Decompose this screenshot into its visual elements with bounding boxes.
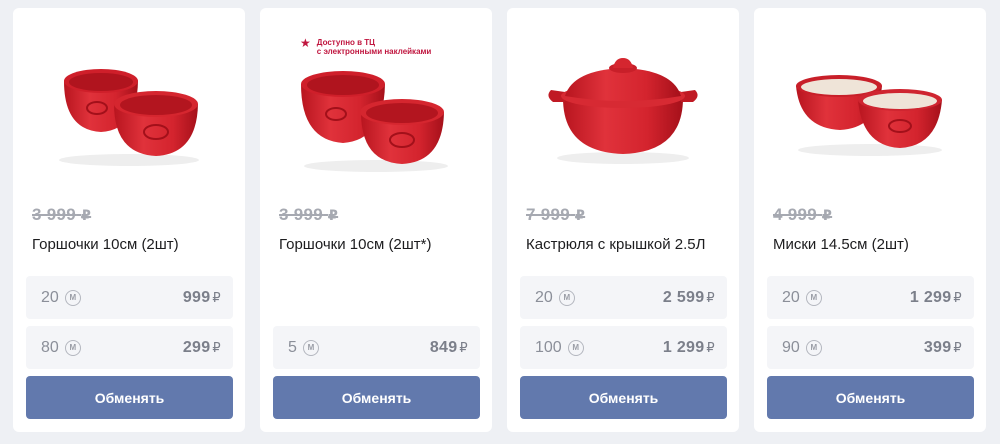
coin-icon: M (64, 339, 81, 356)
product-name: Кастрюля с крышкой 2.5Л (526, 236, 706, 253)
two-red-ramekins-image (301, 71, 448, 172)
price-option[interactable]: 100 M 1 299 ₽ (520, 326, 727, 369)
exchange-button[interactable]: Обменять (273, 376, 480, 419)
product-card[interactable]: 3 999 ₽ Горшочки 10см (2шт) 20 M 999 ₽ 80 M… (13, 8, 245, 432)
coin-icon: M (805, 289, 822, 306)
points-value: 100 (535, 338, 562, 356)
option-price: 1 299 ₽ (909, 288, 962, 306)
option-price: 299 ₽ (182, 338, 221, 356)
old-price: 4 999 ₽ (773, 205, 833, 224)
product-card[interactable]: 4 999 ₽ Миски 14.5см (2шт) 20 M 1 299 ₽ 90… (754, 8, 986, 432)
coin-icon: M (64, 289, 81, 306)
points-value: 20 (41, 288, 59, 306)
coin-icon: M (558, 289, 575, 306)
old-price: 3 999 ₽ (32, 205, 92, 224)
exchange-button[interactable]: Обменять (520, 376, 727, 419)
old-price: 7 999 ₽ (526, 205, 586, 224)
red-casserole-with-lid-image (548, 58, 698, 164)
old-price: 3 999 ₽ (279, 205, 339, 224)
price-option[interactable]: 20 M 999 ₽ (26, 276, 233, 319)
option-price: 399 ₽ (923, 338, 962, 356)
points-value: 90 (782, 338, 800, 356)
price-option[interactable]: 20 M 2 599 ₽ (520, 276, 727, 319)
product-card[interactable]: ★ Доступно в ТЦ с электронными наклейкам… (260, 8, 492, 432)
coin-icon: M (302, 339, 319, 356)
option-price: 2 599 ₽ (662, 288, 715, 306)
two-red-ramekins-image (59, 69, 199, 166)
exchange-button[interactable]: Обменять (767, 376, 974, 419)
option-price: 849 ₽ (429, 338, 468, 356)
coin-icon: M (805, 339, 822, 356)
price-option[interactable]: 20 M 1 299 ₽ (767, 276, 974, 319)
coin-icon: M (567, 339, 584, 356)
price-option[interactable]: 80 M 299 ₽ (26, 326, 233, 369)
product-name: Горшочки 10см (2шт*) (279, 236, 432, 253)
points-value: 80 (41, 338, 59, 356)
points-value: 5 (288, 338, 297, 356)
product-name: Миски 14.5см (2шт) (773, 236, 909, 253)
price-option[interactable]: 5M 849 ₽ (273, 326, 480, 369)
points-value: 20 (782, 288, 800, 306)
points-value: 20 (535, 288, 553, 306)
exchange-button[interactable]: Обменять (26, 376, 233, 419)
two-red-bowls-image (796, 75, 942, 156)
product-card[interactable]: 7 999 ₽ Кастрюля с крышкой 2.5Л 20 M 2 59… (507, 8, 739, 432)
product-name: Горшочки 10см (2шт) (32, 236, 179, 253)
price-option[interactable]: 90 M 399 ₽ (767, 326, 974, 369)
option-price: 1 299 ₽ (662, 338, 715, 356)
option-price: 999 ₽ (182, 288, 221, 306)
